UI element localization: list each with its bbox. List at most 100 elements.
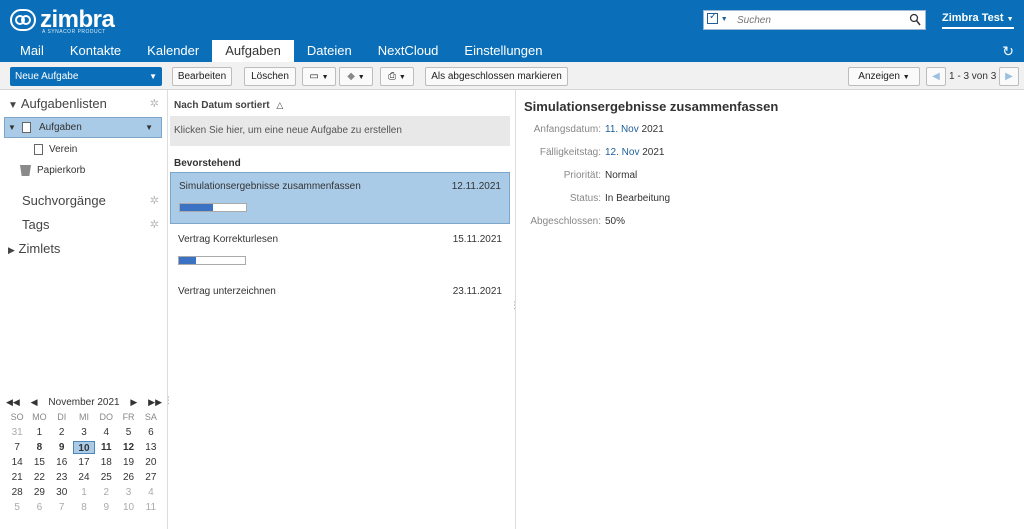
user-menu[interactable]: Zimbra Test ▼ xyxy=(942,12,1014,29)
search-icon[interactable] xyxy=(909,13,921,27)
calendar-day[interactable]: 19 xyxy=(117,456,139,469)
calendar-day[interactable]: 12 xyxy=(117,441,139,454)
calendar-day[interactable]: 26 xyxy=(117,471,139,484)
create-task-hint[interactable]: Klicken Sie hier, um eine neue Aufgabe z… xyxy=(170,116,510,146)
sidebar-item-aufgaben[interactable]: ▼ Aufgaben ▼ xyxy=(4,117,162,138)
tab-aufgaben[interactable]: Aufgaben xyxy=(212,40,294,62)
tab-nextcloud[interactable]: NextCloud xyxy=(365,40,452,62)
next-page-button[interactable]: ▶ xyxy=(999,67,1019,86)
edit-button[interactable]: Bearbeiten xyxy=(172,67,232,86)
gear-icon[interactable]: ✲ xyxy=(150,97,159,110)
calendar-day[interactable]: 22 xyxy=(28,471,50,484)
calendar-day[interactable]: 29 xyxy=(28,486,50,499)
tab-kalender[interactable]: Kalender xyxy=(134,40,212,62)
searches-header[interactable]: Suchvorgänge xyxy=(22,193,106,208)
due-date-link[interactable]: 12. Nov xyxy=(605,147,639,158)
start-date-link[interactable]: 11. Nov xyxy=(605,124,639,135)
user-name: Zimbra Test xyxy=(942,12,1004,24)
zimlets-header[interactable]: ▶ Zimlets xyxy=(8,241,60,256)
expand-arrow-icon[interactable]: ▼ xyxy=(8,100,18,111)
calendar-day[interactable]: 31 xyxy=(6,426,28,439)
calendar-day[interactable]: 7 xyxy=(6,441,28,454)
calendar-day[interactable]: 27 xyxy=(140,471,162,484)
chevron-down-icon[interactable]: ▼ xyxy=(145,118,153,137)
calendar-day[interactable]: 3 xyxy=(73,426,95,439)
chevron-down-icon[interactable]: ▼ xyxy=(149,68,157,85)
calendar-day[interactable]: 15 xyxy=(28,456,50,469)
prev-month-icon[interactable]: ◀ xyxy=(31,397,38,408)
calendar-day[interactable]: 5 xyxy=(117,426,139,439)
field-label: Priorität: xyxy=(563,170,601,181)
calendar-day[interactable]: 17 xyxy=(73,456,95,469)
view-menu-button[interactable]: Anzeigen ▼ xyxy=(848,67,920,86)
calendar-day[interactable]: 21 xyxy=(6,471,28,484)
calendar-day[interactable]: 9 xyxy=(95,501,117,514)
task-row[interactable]: Vertrag unterzeichnen 23.11.2021 xyxy=(170,278,510,328)
priority-value: Normal xyxy=(605,170,638,181)
calendar-day[interactable]: 2 xyxy=(51,426,73,439)
print-button[interactable]: ⎙ ▼ xyxy=(380,67,414,86)
sidebar-item-verein[interactable]: Verein xyxy=(34,144,77,155)
tasklists-header[interactable]: ▼ Aufgabenlisten xyxy=(8,96,107,111)
field-label: Abgeschlossen: xyxy=(530,216,601,227)
search-input[interactable] xyxy=(737,13,907,28)
zimbra-logo[interactable]: zimbra A SYNACOR PRODUCT xyxy=(10,6,115,35)
calendar-day[interactable]: 4 xyxy=(95,426,117,439)
prev-year-icon[interactable]: ◀◀ xyxy=(6,397,20,408)
calendar-day[interactable]: 9 xyxy=(51,441,73,454)
delete-button[interactable]: Löschen xyxy=(244,67,296,86)
task-list-icon xyxy=(34,144,43,155)
expand-arrow-icon[interactable]: ▶ xyxy=(8,245,15,255)
calendar-day[interactable]: 5 xyxy=(6,501,28,514)
mini-calendar-month[interactable]: November 2021 xyxy=(48,397,119,408)
task-row[interactable]: Simulationsergebnisse zusammenfassen 12.… xyxy=(170,172,510,224)
task-row[interactable]: Vertrag Korrekturlesen 15.11.2021 xyxy=(170,226,510,276)
calendar-day[interactable]: 14 xyxy=(6,456,28,469)
prev-page-button[interactable]: ◀ xyxy=(926,67,946,86)
next-month-icon[interactable]: ▶ xyxy=(130,397,137,408)
refresh-icon[interactable]: ↻ xyxy=(1002,43,1014,60)
calendar-day[interactable]: 28 xyxy=(6,486,28,499)
tag-button[interactable]: ◆ ▼ xyxy=(339,67,373,86)
expand-arrow-icon[interactable]: ▼ xyxy=(8,123,16,132)
calendar-day[interactable]: 7 xyxy=(51,501,73,514)
sort-header[interactable]: Nach Datum sortiert △ xyxy=(174,100,283,111)
task-title: Simulationsergebnisse zusammenfassen xyxy=(179,181,361,192)
calendar-day[interactable]: 1 xyxy=(28,426,50,439)
calendar-day[interactable]: 8 xyxy=(73,501,95,514)
calendar-day[interactable]: 4 xyxy=(140,486,162,499)
mark-complete-button[interactable]: Als abgeschlossen markieren xyxy=(425,67,568,86)
calendar-day[interactable]: 13 xyxy=(140,441,162,454)
calendar-day[interactable]: 23 xyxy=(51,471,73,484)
calendar-day[interactable]: 25 xyxy=(95,471,117,484)
calendar-day[interactable]: 6 xyxy=(140,426,162,439)
left-sidebar: ▼ Aufgabenlisten ✲ ▼ Aufgaben ▼ Verein P… xyxy=(0,90,173,529)
calendar-day[interactable]: 16 xyxy=(51,456,73,469)
new-task-button[interactable]: Neue Aufgabe ▼ xyxy=(10,67,162,86)
tab-dateien[interactable]: Dateien xyxy=(294,40,365,62)
calendar-day[interactable]: 11 xyxy=(140,501,162,514)
move-button[interactable]: ▭ ▼ xyxy=(302,67,336,86)
calendar-day[interactable]: 3 xyxy=(117,486,139,499)
tab-mail[interactable]: Mail xyxy=(0,40,57,62)
calendar-day[interactable]: 18 xyxy=(95,456,117,469)
calendar-day[interactable]: 20 xyxy=(140,456,162,469)
calendar-day[interactable]: 1 xyxy=(73,486,95,499)
calendar-day[interactable]: 6 xyxy=(28,501,50,514)
sidebar-item-papierkorb[interactable]: Papierkorb xyxy=(20,165,85,176)
search-filter-dropdown[interactable]: ▼ xyxy=(707,11,728,24)
calendar-day[interactable]: 10 xyxy=(117,501,139,514)
tab-kontakte[interactable]: Kontakte xyxy=(57,40,134,62)
calendar-day[interactable]: 24 xyxy=(73,471,95,484)
weekday-header: MI xyxy=(78,412,89,422)
calendar-day[interactable]: 30 xyxy=(51,486,73,499)
calendar-day[interactable]: 2 xyxy=(95,486,117,499)
tags-header[interactable]: Tags xyxy=(22,217,49,232)
gear-icon[interactable]: ✲ xyxy=(150,194,159,207)
calendar-day[interactable]: 10 xyxy=(72,441,96,454)
gear-icon[interactable]: ✲ xyxy=(150,218,159,231)
calendar-day[interactable]: 11 xyxy=(95,441,117,454)
tab-einstellungen[interactable]: Einstellungen xyxy=(451,40,555,62)
calendar-day[interactable]: 8 xyxy=(28,441,50,454)
next-year-icon[interactable]: ▶▶ xyxy=(148,397,162,408)
